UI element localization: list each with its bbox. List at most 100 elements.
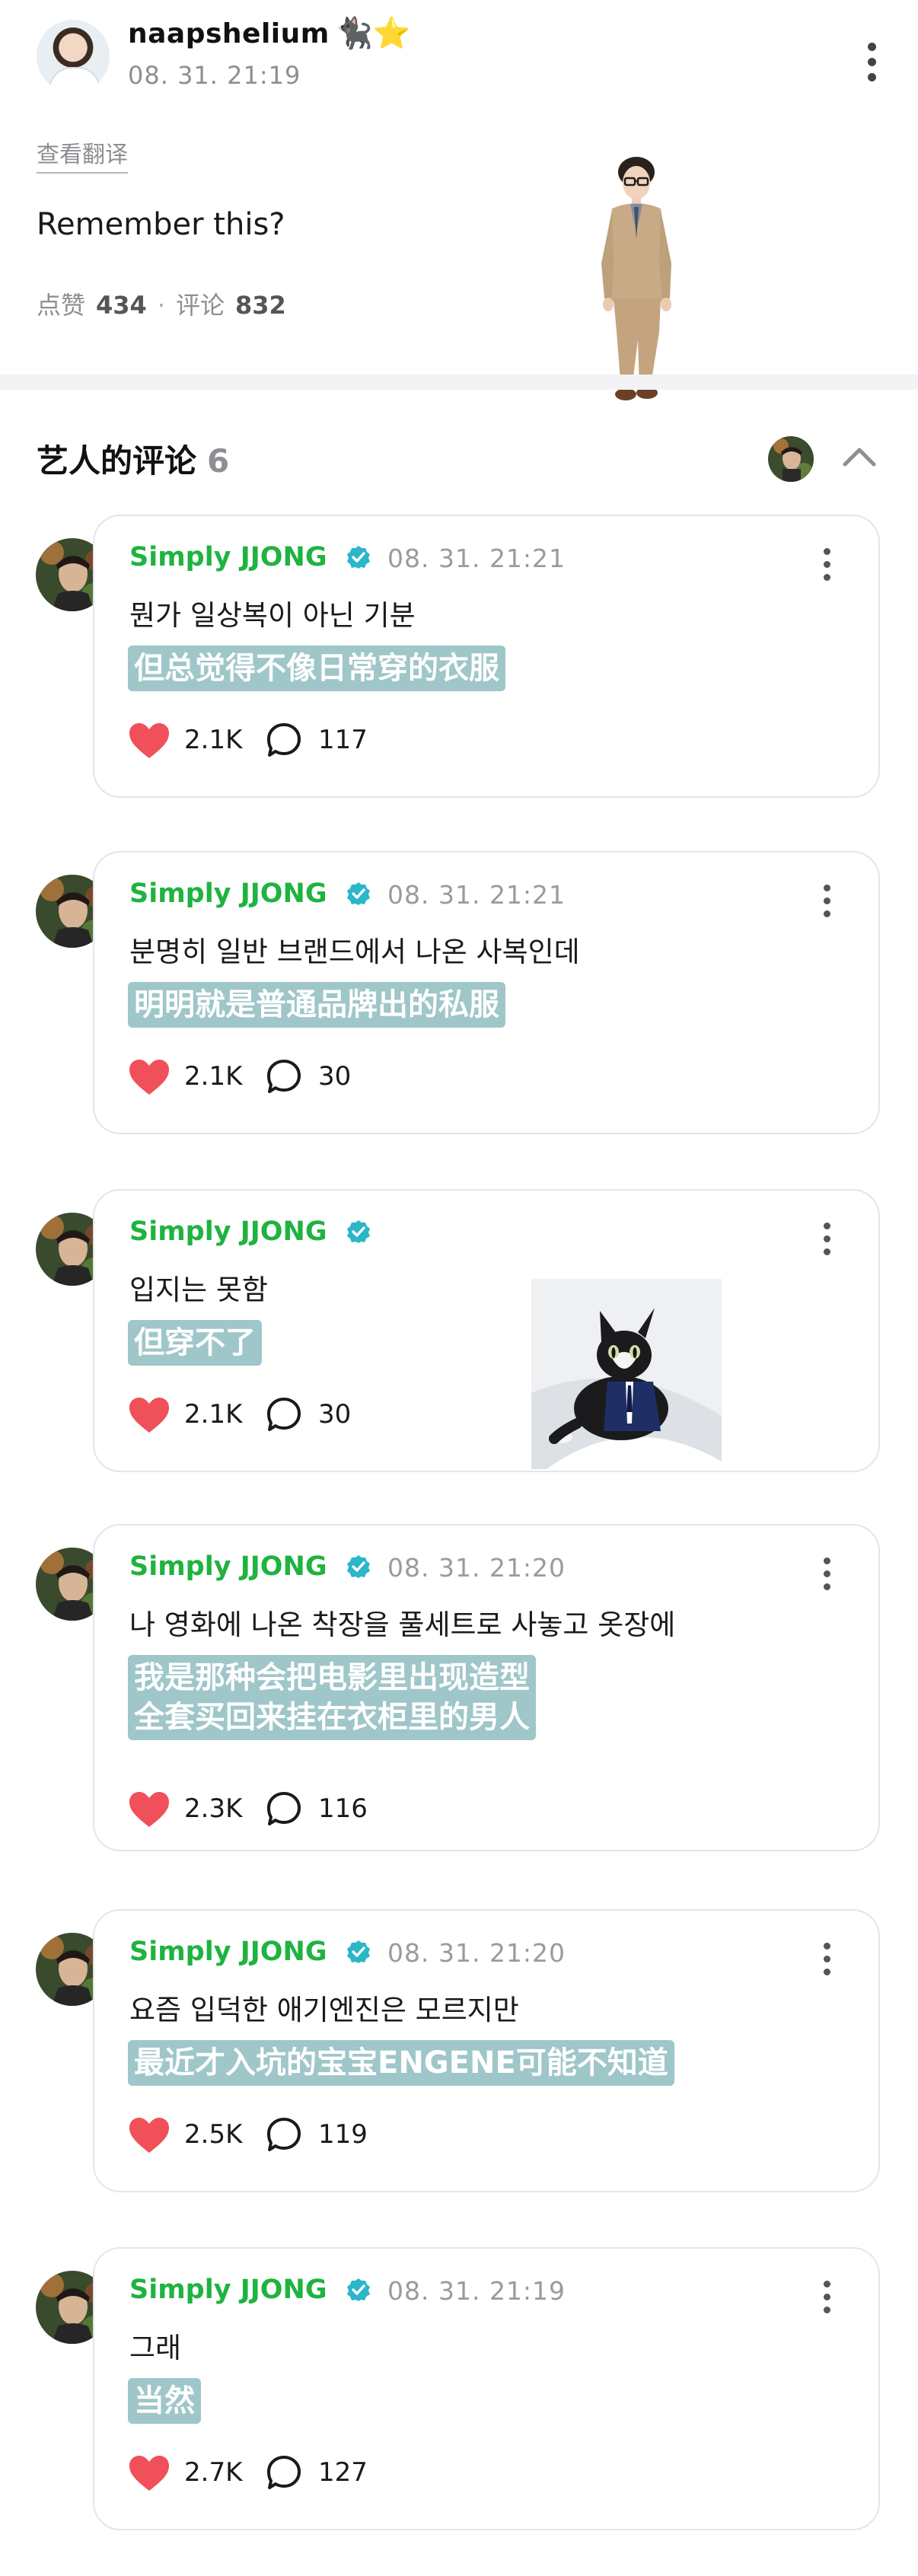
comment-card: Simply JJONG 08. 31. 21:21 분명히 일반 브랜드에서 … (93, 851, 880, 1134)
reply-bubble-icon[interactable] (265, 1058, 303, 1096)
verified-badge-icon (347, 1220, 370, 1243)
artist-avatar-small[interactable] (767, 435, 814, 483)
translation-line: 我是那种会把电影里出现造型 (134, 1660, 530, 1695)
verified-badge-icon (347, 1940, 370, 1963)
comment-timestamp: 08. 31. 21:20 (387, 1938, 566, 1968)
reply-count: 119 (318, 2119, 368, 2150)
reply-count: 127 (318, 2457, 368, 2488)
comment-author[interactable]: Simply JJONG (129, 1937, 327, 1967)
like-heart-icon[interactable] (128, 2116, 171, 2154)
post: naapshelium 🐈‍⬛⭐ 08. 31. 21:19 查看翻译 Reme… (0, 0, 918, 400)
comment-translation: 但总觉得不像日常穿的衣服 (128, 646, 505, 691)
translation-line: 最近才入坑的宝宝ENGENE可能不知道 (134, 2045, 668, 2080)
translation-line: 明明就是普通品牌出的私服 (134, 987, 499, 1022)
like-count: 2.5K (184, 2119, 243, 2150)
comment-card: Simply JJONG 08. 31. 21:21 뭔가 일상복이 아닌 기분… (93, 515, 880, 798)
like-count: 434 (96, 291, 147, 320)
post-username[interactable]: naapshelium (128, 18, 330, 49)
artist-comment: Simply JJONG 08. 31. 21:19 그래 当然 2.7K 12 (0, 2247, 918, 2538)
reply-bubble-icon[interactable] (265, 1396, 303, 1434)
collapse-chevron-up-icon[interactable] (840, 442, 878, 472)
reply-bubble-icon[interactable] (265, 722, 303, 760)
like-label: 点赞 (37, 291, 86, 320)
comment-more-icon[interactable] (824, 885, 831, 923)
comment-actions: 2.3K 116 (128, 1786, 402, 1828)
comment-author[interactable]: Simply JJONG (129, 1551, 327, 1582)
post-more-icon[interactable] (868, 43, 876, 88)
verified-badge-icon (347, 546, 370, 569)
like-heart-icon[interactable] (128, 1790, 171, 1828)
comment-text: 입지는 못함 (129, 1274, 268, 1306)
reply-bubble-icon[interactable] (265, 1790, 303, 1828)
comment-author[interactable]: Simply JJONG (129, 878, 327, 909)
comment-actions: 2.1K 117 (128, 717, 402, 760)
verified-badge-icon (347, 882, 370, 905)
artist-comments-heading: 艺人的评论 6 (37, 435, 229, 482)
comment-author[interactable]: Simply JJONG (129, 542, 327, 572)
reply-count: 116 (318, 1793, 368, 1824)
like-count: 2.3K (184, 1793, 243, 1824)
section-divider (0, 375, 918, 390)
suit-figure-image (601, 157, 671, 400)
translation-line: 但穿不了 (134, 1325, 256, 1360)
like-heart-icon[interactable] (128, 2454, 171, 2492)
like-count: 2.1K (184, 1399, 243, 1430)
translate-link[interactable]: 查看翻译 (37, 135, 128, 174)
comment-text: 그래 (129, 2332, 182, 2364)
comment-timestamp: 08. 31. 21:19 (387, 2276, 566, 2306)
section-title-text: 艺人的评论 (37, 442, 197, 480)
comment-more-icon[interactable] (824, 2281, 831, 2319)
comment-timestamp: 08. 31. 21:21 (387, 880, 566, 910)
artist-comment: Simply JJONG 08. 31. 21:20 요즘 입덕한 애기엔진은 … (0, 1909, 918, 2200)
comment-text: 분명히 일반 브랜드에서 나온 사복인데 (129, 936, 580, 968)
comment-label[interactable]: 评论 (176, 291, 225, 320)
comment-actions: 2.7K 127 (128, 2450, 402, 2492)
stats-separator: · (157, 291, 165, 320)
comment-count[interactable]: 832 (235, 291, 286, 320)
comment-card: Simply JJONG 08. 31. 21:19 그래 当然 2.7K 12 (93, 2247, 880, 2530)
comment-text: 나 영화에 나온 착장을 풀세트로 사놓고 옷장에 (129, 1608, 676, 1641)
artist-comment: Simply JJONG 입지는 못함 但穿不了 2.1K 30 (0, 1189, 918, 1480)
translation-line: 但总觉得不像日常穿的衣服 (134, 651, 499, 686)
comment-card: Simply JJONG 08. 31. 21:20 요즘 입덕한 애기엔진은 … (93, 1909, 880, 2192)
comment-actions: 2.5K 119 (128, 2112, 402, 2154)
comment-more-icon[interactable] (824, 548, 831, 587)
like-heart-icon[interactable] (128, 1058, 171, 1096)
reply-count: 30 (318, 1399, 352, 1430)
username-emoji: 🐈‍⬛⭐ (335, 16, 411, 51)
reply-bubble-icon[interactable] (265, 2454, 303, 2492)
artist-comment: Simply JJONG 08. 31. 21:21 분명히 일반 브랜드에서 … (0, 851, 918, 1142)
comment-translation: 我是那种会把电影里出现造型 全套买回来挂在衣柜里的男人 (128, 1655, 536, 1740)
post-stats: 点赞 434 · 评论 832 (37, 286, 286, 321)
reply-bubble-icon[interactable] (265, 2116, 303, 2154)
like-count: 2.7K (184, 2457, 243, 2488)
like-count: 2.1K (184, 725, 243, 755)
translation-line: 当然 (134, 2383, 195, 2418)
artist-comment: Simply JJONG 08. 31. 21:21 뭔가 일상복이 아닌 기분… (0, 515, 918, 805)
user-avatar[interactable] (37, 20, 110, 93)
comment-card: Simply JJONG 08. 31. 21:20 나 영화에 나온 착장을 … (93, 1524, 880, 1851)
comment-actions: 2.1K 30 (128, 1392, 402, 1434)
comment-more-icon[interactable] (824, 1557, 831, 1596)
like-heart-icon[interactable] (128, 722, 171, 760)
verified-badge-icon (347, 2278, 370, 2301)
post-body: Remember this? (37, 207, 285, 242)
verified-badge-icon (347, 1555, 370, 1578)
comment-more-icon[interactable] (824, 1223, 831, 1261)
comment-translation: 但穿不了 (128, 1320, 262, 1366)
comment-more-icon[interactable] (824, 1943, 831, 1981)
like-count: 2.1K (184, 1061, 243, 1092)
comment-author[interactable]: Simply JJONG (129, 2275, 327, 2305)
section-count: 6 (207, 442, 230, 480)
comment-timestamp: 08. 31. 21:20 (387, 1553, 566, 1583)
comment-author[interactable]: Simply JJONG (129, 1216, 327, 1247)
reply-count: 30 (318, 1061, 352, 1092)
comment-actions: 2.1K 30 (128, 1054, 402, 1096)
cat-in-suit-photo[interactable] (531, 1279, 722, 1469)
translation-line: 全套买回来挂在衣柜里的男人 (134, 1700, 530, 1735)
comment-translation: 最近才入坑的宝宝ENGENE可能不知道 (128, 2040, 674, 2086)
comment-translation: 当然 (128, 2378, 201, 2424)
comment-translation: 明明就是普通品牌出的私服 (128, 982, 505, 1028)
comment-text: 요즘 입덕한 애기엔진은 모르지만 (129, 1994, 519, 2026)
like-heart-icon[interactable] (128, 1396, 171, 1434)
